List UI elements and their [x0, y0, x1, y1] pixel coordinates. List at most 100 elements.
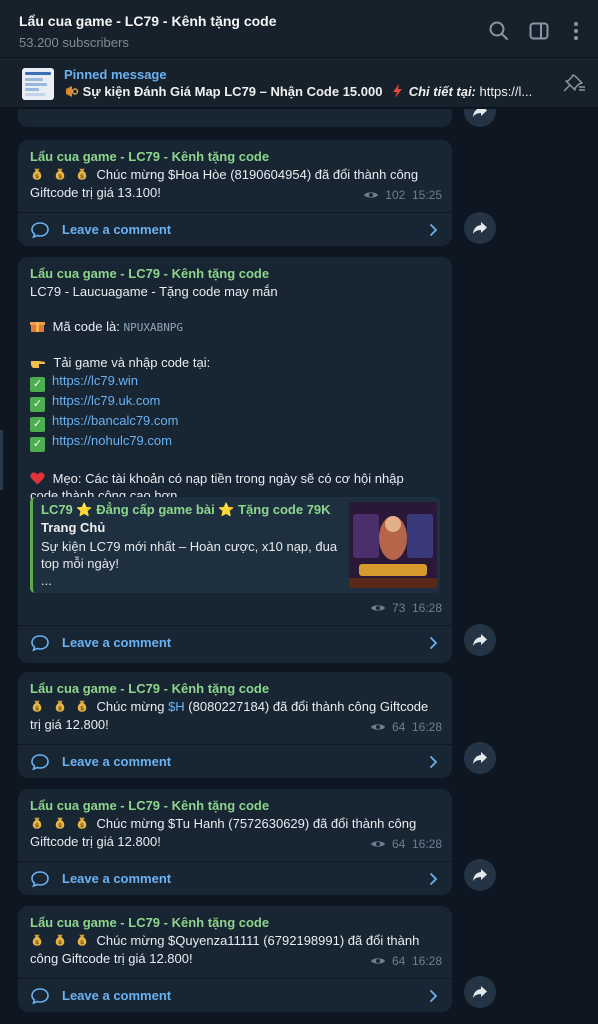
- share-button[interactable]: [464, 742, 496, 774]
- post-line: Giftcode trị giá 12.800!: [30, 833, 161, 849]
- megaphone-icon: [66, 86, 79, 97]
- link-preview[interactable]: LC79 ⭐ Đẳng cấp game bài ⭐ Tặng code 79K…: [30, 497, 440, 593]
- preview-image: [349, 502, 437, 588]
- tip-line: Mẹo: Các tài khoản có nạp tiền trong ngà…: [52, 470, 404, 486]
- comment-label[interactable]: Leave a comment: [62, 988, 171, 1003]
- post: Lẩu cua game - LC79 - Kênh tặng code Chú…: [18, 140, 452, 246]
- money-bag-icon: [53, 816, 67, 830]
- post-time: 15:25: [411, 188, 442, 202]
- gift-code[interactable]: NPUXABNPG: [123, 321, 183, 334]
- view-count: 64: [391, 720, 406, 734]
- message-feed[interactable]: Leave a comment Lẩu cua game - LC79 - Kê…: [0, 109, 598, 1024]
- eye-icon: [363, 192, 378, 198]
- money-bag-icon: [30, 699, 44, 713]
- comment-icon: [31, 988, 49, 1005]
- check-icon: ✓: [30, 416, 45, 432]
- chevron-right-icon: [430, 990, 438, 1002]
- comment-label[interactable]: Leave a comment: [62, 754, 171, 769]
- share-button[interactable]: [464, 624, 496, 656]
- pinned-thumbnail: [22, 68, 54, 100]
- post-meta: 64 16:28: [370, 837, 442, 851]
- code-label: Mã code là:: [52, 319, 120, 335]
- post-text: Chúc mừng $Hoa Hòe (8190604954) đã đổi t…: [30, 166, 418, 201]
- post-time: 16:28: [411, 954, 442, 968]
- eye-icon: [370, 724, 385, 730]
- sidebar-toggle-icon[interactable]: [528, 20, 550, 42]
- post-text: Chúc mừng $Tu Hanh (7572630629) đã đổi t…: [30, 815, 416, 850]
- pinned-text-detail: Chi tiết tại:: [408, 84, 476, 99]
- scrollbar[interactable]: [0, 430, 3, 490]
- share-button[interactable]: [464, 976, 496, 1008]
- post-author[interactable]: Lẩu cua game - LC79 - Kênh tặng code: [30, 149, 269, 164]
- eye-icon: [370, 958, 385, 964]
- post: Lẩu cua game - LC79 - Kênh tặng code Chú…: [18, 789, 452, 895]
- post: Lẩu cua game - LC79 - Kênh tặng code LC7…: [18, 257, 452, 663]
- comment-bar[interactable]: Leave a comment: [18, 978, 452, 1012]
- share-button[interactable]: [464, 109, 496, 127]
- search-icon[interactable]: [488, 20, 510, 42]
- comment-icon: [31, 871, 49, 888]
- post-meta: 64 16:28: [370, 954, 442, 968]
- comment-bar[interactable]: Leave a comment: [18, 744, 452, 778]
- link-3[interactable]: https://bancalc79.com: [52, 413, 178, 428]
- more-vertical-icon[interactable]: [565, 20, 587, 42]
- link-2[interactable]: https://lc79.uk.com: [52, 393, 160, 408]
- comment-icon: [31, 635, 49, 652]
- money-bag-icon: [75, 167, 89, 181]
- post-author[interactable]: Lẩu cua game - LC79 - Kênh tặng code: [30, 266, 269, 281]
- eye-icon: [370, 841, 385, 847]
- post-text: Chúc mừng $Quyenza11111 (6792198991) đã …: [30, 932, 419, 967]
- post-author[interactable]: Lẩu cua game - LC79 - Kênh tặng code: [30, 798, 269, 813]
- mention-link[interactable]: $H: [168, 699, 185, 714]
- view-count: 73: [391, 601, 406, 615]
- comment-icon: [31, 222, 49, 239]
- view-count: 102: [385, 188, 406, 202]
- comment-bar[interactable]: Leave a comment: [18, 625, 452, 659]
- pinned-message-bar[interactable]: Pinned message Sự kiện Đánh Giá Map LC79…: [0, 58, 598, 108]
- pointing-hand-icon: [31, 361, 45, 369]
- post-meta: 102 15:25: [363, 188, 442, 202]
- post-line: Chúc mừng $Quyenza11111 (6792198991) đã …: [96, 933, 420, 948]
- link-4[interactable]: https://nohulc79.com: [52, 433, 172, 448]
- money-bag-icon: [30, 167, 44, 181]
- subscriber-count: 53.200 subscribers: [19, 35, 129, 50]
- post-author[interactable]: Lẩu cua game - LC79 - Kênh tặng code: [30, 681, 269, 696]
- preview-description: Sự kiện LC79 mới nhất – Hoàn cược, x10 n…: [41, 539, 338, 588]
- chevron-right-icon: [430, 224, 438, 236]
- comment-bar[interactable]: Leave a comment: [18, 212, 452, 246]
- comment-label[interactable]: Leave a comment: [62, 635, 171, 650]
- heart-icon: [30, 472, 45, 485]
- comment-bar[interactable]: Leave a comment: [18, 109, 452, 127]
- gift-icon: [30, 322, 45, 333]
- check-icon: ✓: [30, 436, 45, 452]
- post-partial: Leave a comment: [18, 109, 452, 127]
- comment-icon: [31, 754, 49, 771]
- money-bag-icon: [53, 933, 67, 947]
- eye-icon: [370, 605, 385, 611]
- post-time: 16:28: [411, 720, 442, 734]
- view-count: 64: [391, 954, 406, 968]
- preview-site: Trang Chủ: [41, 520, 106, 535]
- link-1[interactable]: https://lc79.win: [52, 373, 138, 388]
- share-icon: [473, 109, 487, 117]
- share-button[interactable]: [464, 859, 496, 891]
- pinned-label: Pinned message: [64, 67, 167, 82]
- post-text: LC79 - Laucuagame - Tặng code may mắn Mã…: [30, 283, 450, 505]
- money-bag-icon: [30, 816, 44, 830]
- share-button[interactable]: [464, 212, 496, 244]
- pinned-text: Sự kiện Đánh Giá Map LC79 – Nhận Code 15…: [64, 84, 542, 99]
- comment-label[interactable]: Leave a comment: [62, 871, 171, 886]
- post-time: 16:28: [411, 601, 442, 615]
- channel-header[interactable]: Lẩu cua game - LC79 - Kênh tặng code 53.…: [0, 0, 598, 58]
- check-icon: ✓: [30, 396, 45, 412]
- download-label: Tải game và nhập code tại:: [53, 355, 211, 371]
- chevron-right-icon: [430, 637, 438, 649]
- post-meta: 64 16:28: [370, 720, 442, 734]
- channel-title[interactable]: Lẩu cua game - LC79 - Kênh tặng code: [19, 13, 277, 29]
- comment-label[interactable]: Leave a comment: [62, 222, 171, 237]
- unpin-icon[interactable]: [562, 74, 586, 92]
- money-bag-icon: [75, 933, 89, 947]
- post-author[interactable]: Lẩu cua game - LC79 - Kênh tặng code: [30, 915, 269, 930]
- lightning-icon: [393, 84, 403, 98]
- comment-bar[interactable]: Leave a comment: [18, 861, 452, 895]
